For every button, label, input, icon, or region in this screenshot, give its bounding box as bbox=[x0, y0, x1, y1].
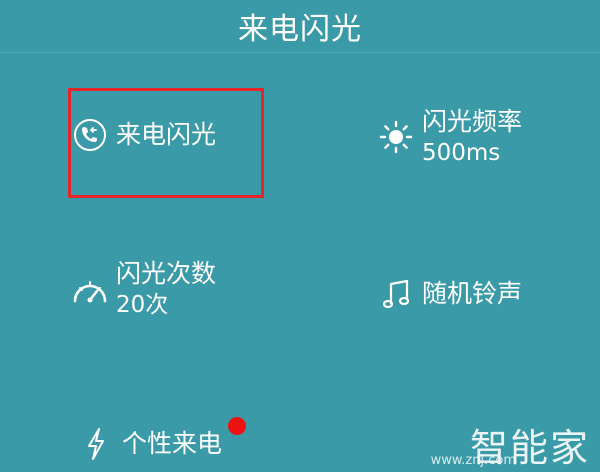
sun-icon bbox=[376, 117, 416, 157]
flash-count-value: 20次 bbox=[116, 292, 169, 318]
flash-frequency-value: 500ms bbox=[422, 140, 501, 166]
title-divider bbox=[0, 52, 600, 53]
page-title: 来电闪光 bbox=[238, 12, 362, 47]
notification-dot bbox=[228, 417, 246, 435]
random-ringtone-setting[interactable]: 随机铃声 bbox=[376, 274, 522, 314]
highlight-box bbox=[68, 88, 264, 198]
personal-call-setting[interactable]: 个性来电 bbox=[76, 424, 222, 464]
speedometer-icon bbox=[70, 269, 110, 309]
flash-count-label: 闪光次数 bbox=[116, 259, 217, 288]
flash-count-setting[interactable]: 闪光次数 20次 bbox=[70, 258, 216, 320]
flash-frequency-label: 闪光频率 bbox=[422, 107, 523, 136]
lightning-icon bbox=[76, 424, 116, 464]
personal-call-label: 个性来电 bbox=[122, 429, 223, 458]
watermark-url: www.znj.com bbox=[430, 453, 516, 468]
title-bar: 来电闪光 bbox=[0, 0, 600, 52]
flash-frequency-setting[interactable]: 闪光频率 500ms bbox=[376, 106, 522, 168]
music-note-icon bbox=[376, 274, 416, 314]
random-ringtone-label: 随机铃声 bbox=[422, 279, 523, 308]
